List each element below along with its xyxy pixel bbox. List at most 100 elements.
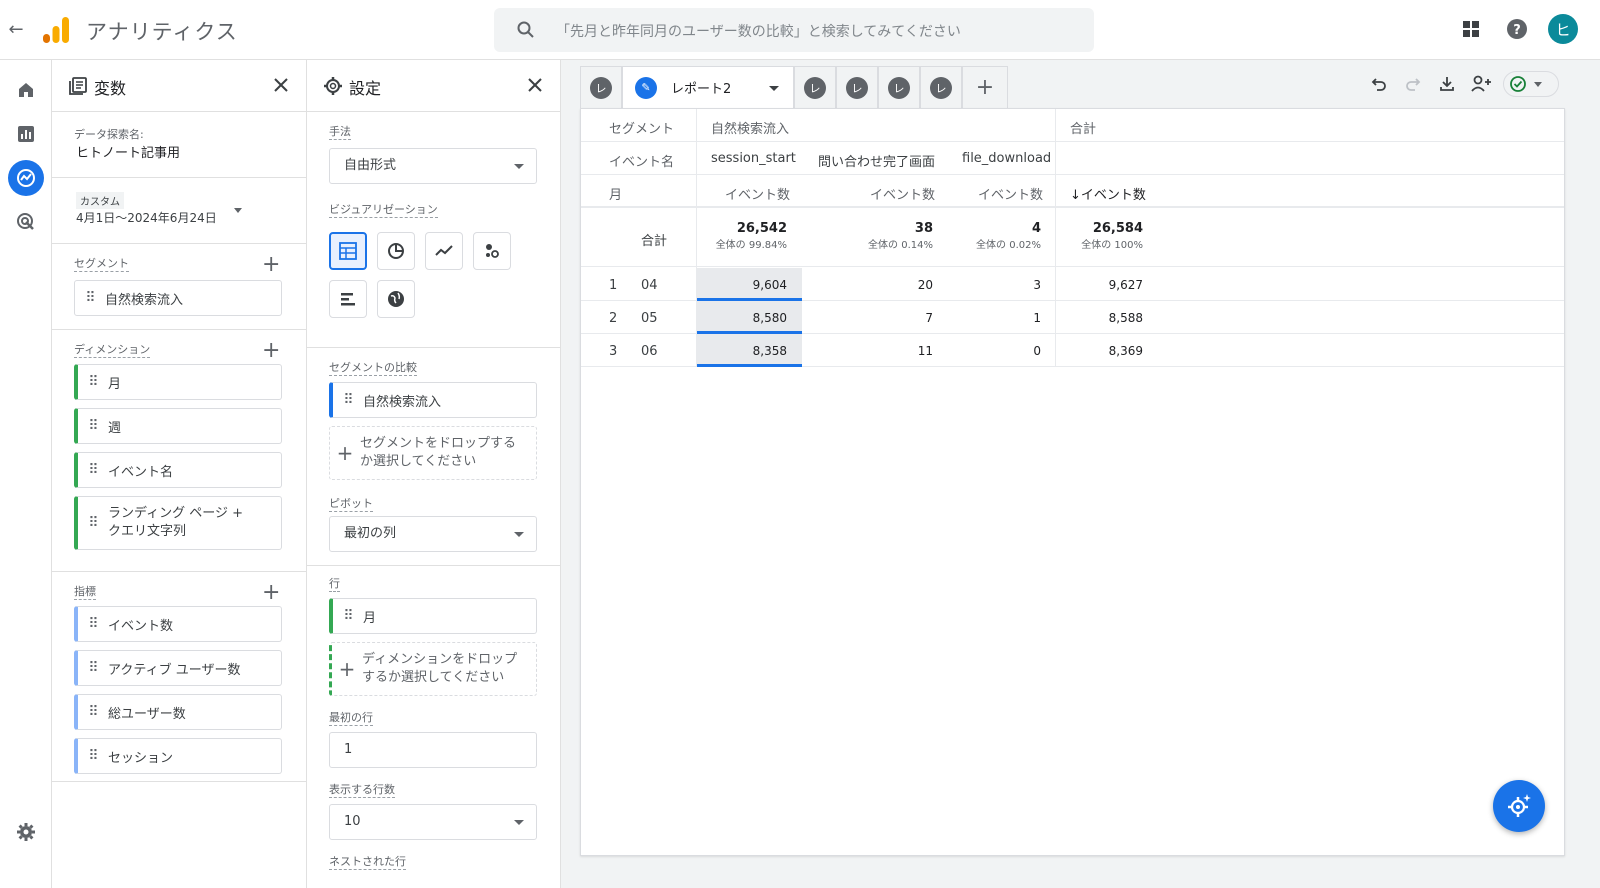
show-rows-select[interactable]: 10 <box>329 804 537 840</box>
first-row-input[interactable]: 1 <box>329 732 537 768</box>
segment-compare-section: セグメントの比較 ⠿ 自然検索流入 + セグメントをドロップするか選択してください … <box>307 348 560 566</box>
drag-handle-icon[interactable]: ⠿ <box>78 704 108 720</box>
apps-grid-icon[interactable] <box>1456 14 1486 44</box>
segment-chip[interactable]: ⠿ 自然検索流入 <box>74 280 282 316</box>
avatar[interactable]: ヒ <box>1548 14 1578 44</box>
visualization-label: ビジュアリゼーション <box>329 203 438 218</box>
table-cell[interactable]: 9,604 <box>691 278 787 292</box>
donut-chart-icon <box>388 243 404 259</box>
tab-report-2[interactable]: ✎ レポート2 <box>622 66 794 108</box>
insights-fab-button[interactable] <box>1493 780 1545 832</box>
add-tab-button[interactable]: + <box>962 66 1008 108</box>
drag-handle-icon[interactable]: ⠿ <box>78 660 108 676</box>
dropdown-caret-icon <box>514 820 524 825</box>
tab-menu-caret-icon[interactable] <box>769 86 779 91</box>
segment-drop-zone[interactable]: + セグメントをドロップするか選択してください <box>329 426 537 480</box>
tab-report-3[interactable]: レ <box>794 66 836 108</box>
pivot-select[interactable]: 最初の列 <box>329 516 537 552</box>
table-cell[interactable]: 9,627 <box>1051 278 1143 292</box>
donut-viz-button[interactable] <box>377 232 415 270</box>
svg-text:?: ? <box>1513 23 1521 38</box>
table-row[interactable]: 3 06 8,358 11 0 8,369 <box>581 334 1564 367</box>
add-metric-icon[interactable]: + <box>262 582 280 604</box>
back-arrow-icon[interactable]: ← <box>4 18 28 42</box>
drag-handle-icon[interactable]: ⠿ <box>333 392 363 408</box>
dimension-drop-zone[interactable]: + ディメンションをドロップするか選択してください <box>329 642 537 696</box>
metric-chip-event-count[interactable]: ⠿ イベント数 <box>74 606 282 642</box>
dimension-chip-event-name[interactable]: ⠿ イベント名 <box>74 452 282 488</box>
drag-handle-icon[interactable]: ⠿ <box>78 616 108 632</box>
sorted-metric-header[interactable]: ↓イベント数 <box>1070 184 1146 203</box>
segment-compare-chip[interactable]: ⠿ 自然検索流入 <box>329 382 537 418</box>
drag-handle-icon[interactable]: ⠿ <box>78 515 108 531</box>
date-range[interactable]: 4月1日〜2024年6月24日 <box>76 209 217 226</box>
drag-handle-icon[interactable]: ⠿ <box>75 290 105 306</box>
dimension-chip-landing-page[interactable]: ⠿ ランディング ページ + クエリ文字列 <box>74 496 282 550</box>
table-cell[interactable]: 20 <box>831 278 933 292</box>
table-cell[interactable]: 3 <box>957 278 1041 292</box>
drag-handle-icon[interactable]: ⠿ <box>333 608 363 624</box>
dimension-chip-week[interactable]: ⠿ 週 <box>74 408 282 444</box>
add-icon: + <box>338 657 356 681</box>
help-icon[interactable]: ? <box>1502 14 1532 44</box>
status-check-button[interactable] <box>1503 71 1559 97</box>
share-user-icon[interactable] <box>1469 72 1493 96</box>
event-column-header[interactable]: file_download <box>962 151 1051 166</box>
drag-handle-icon[interactable]: ⠿ <box>78 748 108 764</box>
redo-icon[interactable] <box>1401 72 1425 96</box>
home-icon[interactable] <box>14 78 38 102</box>
metric-column-header[interactable]: イベント数 <box>725 184 790 203</box>
event-column-header[interactable]: session_start <box>711 151 796 166</box>
table-cell[interactable]: 8,358 <box>691 344 787 358</box>
download-icon[interactable] <box>1435 72 1459 96</box>
exploration-name[interactable]: ヒトノート記事用 <box>76 142 180 161</box>
metric-chip-total-users[interactable]: ⠿ 総ユーザー数 <box>74 694 282 730</box>
date-range-section[interactable]: カスタム 4月1日〜2024年6月24日 <box>52 178 306 244</box>
undo-icon[interactable] <box>1367 72 1391 96</box>
table-cell[interactable]: 7 <box>831 311 933 325</box>
segments-label: セグメント <box>74 257 129 272</box>
tab-report-5[interactable]: レ <box>878 66 920 108</box>
add-dimension-icon[interactable]: + <box>262 340 280 362</box>
totals-row: 合計 26,542 全体の 99.84% 38 全体の 0.14% 4 全体の … <box>581 209 1564 267</box>
reports-icon[interactable] <box>14 122 38 146</box>
metric-chip-sessions[interactable]: ⠿ セッション <box>74 738 282 774</box>
line-viz-button[interactable] <box>425 232 463 270</box>
table-cell[interactable]: 1 <box>957 311 1041 325</box>
show-rows-label: 表示する行数 <box>329 783 395 798</box>
close-icon[interactable] <box>270 74 292 96</box>
tab-report-4[interactable]: レ <box>836 66 878 108</box>
explore-icon[interactable] <box>8 160 44 196</box>
tab-report-6[interactable]: レ <box>920 66 962 108</box>
dimension-chip-month[interactable]: ⠿ 月 <box>74 364 282 400</box>
metric-column-header[interactable]: イベント数 <box>870 184 935 203</box>
table-icon <box>339 242 357 260</box>
drag-handle-icon[interactable]: ⠿ <box>78 374 108 390</box>
add-segment-icon[interactable]: + <box>262 254 280 276</box>
settings-gear-icon[interactable] <box>14 820 38 844</box>
event-column-header[interactable]: 問い合わせ完了画面 <box>818 151 935 170</box>
table-cell[interactable]: 8,580 <box>691 311 787 325</box>
segment-column-header[interactable]: 自然検索流入 <box>711 118 789 137</box>
metric-chip-active-users[interactable]: ⠿ アクティブ ユーザー数 <box>74 650 282 686</box>
table-row[interactable]: 2 05 8,580 7 1 8,588 <box>581 301 1564 334</box>
technique-select[interactable]: 自由形式 <box>329 148 537 184</box>
date-caret-icon[interactable] <box>234 208 242 213</box>
drag-handle-icon[interactable]: ⠿ <box>78 418 108 434</box>
table-viz-button[interactable] <box>329 232 367 270</box>
table-cell[interactable]: 8,369 <box>1051 344 1143 358</box>
table-cell[interactable]: 8,588 <box>1051 311 1143 325</box>
geo-viz-button[interactable] <box>377 280 415 318</box>
scatter-viz-button[interactable] <box>473 232 511 270</box>
rows-chip-month[interactable]: ⠿ 月 <box>329 598 537 634</box>
tab-report-1[interactable]: レ <box>580 66 622 108</box>
table-cell[interactable]: 0 <box>957 344 1041 358</box>
close-icon[interactable] <box>524 74 546 96</box>
advertising-icon[interactable] <box>14 210 38 234</box>
metric-column-header[interactable]: イベント数 <box>978 184 1043 203</box>
search-bar[interactable]: 「先月と昨年同月のユーザー数の比較」と検索してみてください <box>494 8 1094 52</box>
bar-viz-button[interactable] <box>329 280 367 318</box>
table-row[interactable]: 1 04 9,604 20 3 9,627 <box>581 268 1564 301</box>
table-cell[interactable]: 11 <box>831 344 933 358</box>
drag-handle-icon[interactable]: ⠿ <box>78 462 108 478</box>
